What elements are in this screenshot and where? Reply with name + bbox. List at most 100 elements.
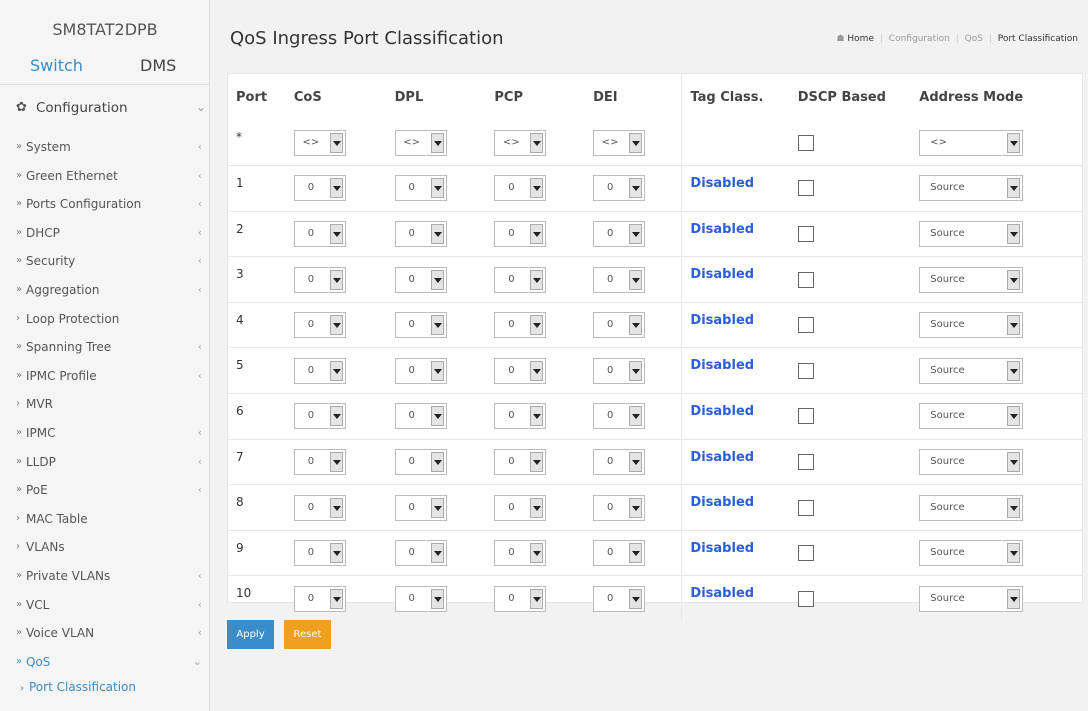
sidebar-item-voice-vlan[interactable]: » Voice VLAN ‹	[0, 619, 210, 648]
tag-class-link[interactable]: Disabled	[690, 358, 754, 373]
cos-select[interactable]: 0	[293, 540, 346, 567]
sidebar-item-spanning-tree[interactable]: » Spanning Tree ‹	[0, 333, 210, 362]
address-mode-select[interactable]: Source	[919, 585, 1024, 612]
pcp-select[interactable]: 0	[494, 585, 547, 612]
dei-select[interactable]: 0	[593, 585, 646, 612]
dscp-checkbox[interactable]	[797, 453, 814, 470]
pcp-select[interactable]: 0	[494, 175, 547, 202]
dscp-checkbox[interactable]	[797, 362, 814, 379]
cos-select[interactable]: 0	[293, 312, 346, 339]
dpl-select[interactable]: 0	[394, 494, 447, 521]
tag-class-link[interactable]: Disabled	[690, 313, 754, 328]
address-mode-select[interactable]: Source	[919, 357, 1024, 384]
sidebar-item-qos[interactable]: » QoS ⌄	[0, 648, 210, 677]
pcp-select[interactable]: 0	[494, 540, 547, 567]
dscp-checkbox[interactable]	[797, 545, 814, 562]
address-mode-select[interactable]: Source	[919, 220, 1024, 247]
dei-select[interactable]: 0	[593, 312, 646, 339]
pcp-select[interactable]: 0	[494, 403, 547, 430]
sidebar-item-poe[interactable]: » PoE ‹	[0, 476, 210, 505]
breadcrumb-home[interactable]: Home	[847, 34, 874, 44]
cos-select[interactable]: 0	[293, 175, 346, 202]
cos-select[interactable]: 0	[293, 585, 346, 612]
tab-dms[interactable]: DMS	[140, 56, 176, 75]
dei-select[interactable]: 0	[593, 266, 646, 293]
sidebar-item-mvr[interactable]: › MVR	[0, 390, 210, 419]
breadcrumb-qos[interactable]: QoS	[965, 34, 983, 44]
tag-class-link[interactable]: Disabled	[690, 267, 754, 282]
address-mode-select[interactable]: Source	[919, 312, 1024, 339]
sidebar-item-loop-protection[interactable]: › Loop Protection	[0, 305, 210, 334]
dpl-select[interactable]: 0	[394, 403, 447, 430]
breadcrumb-configuration[interactable]: Configuration	[889, 34, 950, 44]
dscp-checkbox[interactable]	[797, 590, 814, 607]
address-mode-select[interactable]: Source	[919, 266, 1024, 293]
cos-select[interactable]: 0	[293, 266, 346, 293]
tag-class-link[interactable]: Disabled	[690, 495, 754, 510]
dei-select[interactable]: 0	[593, 540, 646, 567]
pcp-select[interactable]: 0	[494, 357, 547, 384]
tag-class-link[interactable]: Disabled	[690, 222, 754, 237]
dpl-select[interactable]: 0	[394, 540, 447, 567]
address-mode-select[interactable]: Source	[919, 494, 1024, 521]
dscp-checkbox[interactable]	[797, 499, 814, 516]
dscp-checkbox[interactable]	[797, 408, 814, 425]
sidebar-item-vcl[interactable]: » VCL ‹	[0, 591, 210, 620]
cos-select[interactable]: 0	[293, 403, 346, 430]
sidebar-item-mac-table[interactable]: › MAC Table	[0, 505, 210, 534]
address-mode-select[interactable]: Source	[919, 175, 1024, 202]
dscp-checkbox[interactable]	[797, 225, 814, 242]
dpl-select[interactable]: 0	[394, 357, 447, 384]
pcp-select[interactable]: 0	[494, 266, 547, 293]
sidebar-item-private-vlans[interactable]: » Private VLANs ‹	[0, 562, 210, 591]
dscp-checkbox[interactable]	[797, 271, 814, 288]
dei-select[interactable]: 0	[593, 403, 646, 430]
address-mode-select[interactable]: Source	[919, 448, 1024, 475]
tab-switch[interactable]: Switch	[30, 56, 83, 75]
sidebar-item-lldp[interactable]: » LLDP ‹	[0, 448, 210, 477]
pcp-select[interactable]: 0	[494, 448, 547, 475]
sidebar-item-dhcp[interactable]: » DHCP ‹	[0, 219, 210, 248]
dei-select[interactable]: 0	[593, 448, 646, 475]
sidebar-item-ipmc-profile[interactable]: » IPMC Profile ‹	[0, 362, 210, 391]
pcp-select[interactable]: 0	[494, 220, 547, 247]
sidebar-section-configuration[interactable]: ✿ Configuration ⌄	[16, 100, 206, 122]
dpl-select[interactable]: 0	[394, 220, 447, 247]
dscp-checkbox[interactable]	[797, 317, 814, 334]
pcp-select[interactable]: 0	[494, 312, 547, 339]
dscp-checkbox-wildcard[interactable]	[797, 134, 814, 151]
dpl-select[interactable]: 0	[394, 312, 447, 339]
reset-button[interactable]: Reset	[284, 620, 331, 649]
tag-class-link[interactable]: Disabled	[690, 586, 754, 601]
address-mode-select-wildcard[interactable]: <>	[919, 129, 1024, 156]
sidebar-item-system[interactable]: » System ‹	[0, 133, 210, 162]
cos-select[interactable]: 0	[293, 448, 346, 475]
dei-select-wildcard[interactable]: <>	[593, 129, 646, 156]
cos-select[interactable]: 0	[293, 357, 346, 384]
sidebar-item-security[interactable]: » Security ‹	[0, 247, 210, 276]
pcp-select[interactable]: 0	[494, 494, 547, 521]
dei-select[interactable]: 0	[593, 220, 646, 247]
apply-button[interactable]: Apply	[227, 620, 274, 649]
address-mode-select[interactable]: Source	[919, 540, 1024, 567]
address-mode-select[interactable]: Source	[919, 403, 1024, 430]
dpl-select[interactable]: 0	[394, 585, 447, 612]
sidebar-item-vlans[interactable]: › VLANs	[0, 533, 210, 562]
cos-select[interactable]: 0	[293, 494, 346, 521]
dscp-checkbox[interactable]	[797, 180, 814, 197]
dei-select[interactable]: 0	[593, 175, 646, 202]
dei-select[interactable]: 0	[593, 357, 646, 384]
sidebar-subitem-port-classification[interactable]: › Port Classification	[20, 680, 136, 694]
sidebar-item-green-ethernet[interactable]: » Green Ethernet ‹	[0, 162, 210, 191]
tag-class-link[interactable]: Disabled	[690, 404, 754, 419]
sidebar-item-ports-configuration[interactable]: » Ports Configuration ‹	[0, 190, 210, 219]
pcp-select-wildcard[interactable]: <>	[494, 129, 547, 156]
tag-class-link[interactable]: Disabled	[690, 176, 754, 191]
dpl-select-wildcard[interactable]: <>	[394, 129, 447, 156]
cos-select-wildcard[interactable]: <>	[293, 129, 346, 156]
tag-class-link[interactable]: Disabled	[690, 541, 754, 556]
sidebar-item-ipmc[interactable]: » IPMC ‹	[0, 419, 210, 448]
dpl-select[interactable]: 0	[394, 266, 447, 293]
dpl-select[interactable]: 0	[394, 448, 447, 475]
tag-class-link[interactable]: Disabled	[690, 450, 754, 465]
